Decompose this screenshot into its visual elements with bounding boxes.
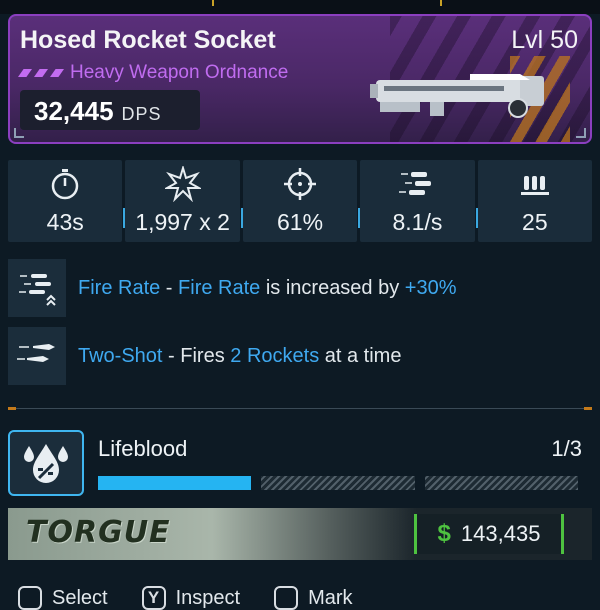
item-name: Hosed Rocket Socket [20,26,276,54]
top-tick [440,0,442,6]
perk-text-part: Fire Rate [178,276,261,299]
stat-fire-rate: 8.1/s [358,160,475,242]
item-type-row: Heavy Weapon Ordnance [18,62,288,84]
inspect-action[interactable]: Y Inspect [141,586,241,610]
mod-name: Lifeblood [98,436,188,461]
stat-value: 1,997 x 2 [135,209,230,235]
stat-accuracy: 61% [240,160,358,242]
perk-name: Two-Shot [78,344,163,367]
two-shot-perk-icon [8,327,66,385]
currency-icon: $ [437,520,451,547]
stat-value: 25 [522,209,548,235]
price-value: 143,435 [460,521,541,546]
dps-box: 32,445 DPS [20,90,200,130]
divider-tick [8,407,16,410]
stat-value: 8.1/s [392,209,443,235]
divider-tick [584,407,592,410]
mark-action[interactable]: Mark [274,586,353,610]
rarity-chevrons-icon [18,69,64,77]
stat-value: 61% [276,209,324,235]
mod-progress [98,476,578,490]
stat-reload: 43s [8,160,123,242]
fire-rate-perk-icon [8,259,66,317]
ammo-icon [520,176,549,195]
stat-magazine: 25 [475,160,593,242]
perk-text-part: is increased by [260,276,405,299]
action-bar: Select Y Inspect Mark [18,586,353,610]
perk-fire-rate: Fire Rate - Fire Rate is increased by +3… [8,259,592,317]
stopwatch-icon [51,169,79,200]
rocket-launcher-icon [370,74,544,118]
action-label: Mark [308,586,353,609]
item-level: Lvl 50 [511,26,578,54]
stick-button-icon [274,586,299,610]
dps-label: DPS [121,104,162,124]
progress-segment [261,476,415,490]
perk-name: Fire Rate [78,276,161,299]
perk-text-part: at a time [319,344,402,367]
stat-value: 43s [46,209,84,235]
lifeblood-icon [8,430,84,496]
stats-row: 43s 1,997 x 2 61% 8.1/s 25 [8,160,593,242]
mod-count: 1/3 [551,436,582,461]
price-box: $ 143,435 [414,514,564,554]
perk-description: Fire Rate - Fire Rate is increased by +3… [78,277,457,300]
action-label: Select [52,586,108,609]
progress-segment [424,476,578,490]
perk-separator: - [160,276,179,299]
top-tick [212,0,214,6]
perk-text-part: +30% [404,276,457,299]
item-header-card: Hosed Rocket Socket Lvl 50 Heavy Weapon … [8,14,592,144]
perk-text-part: Fires [180,344,231,367]
perk-text-part: 2 Rockets [230,344,320,367]
explosion-icon [164,166,201,202]
action-label: Inspect [175,586,241,609]
stat-damage: 1,997 x 2 [123,160,240,242]
perk-two-shot: Two-Shot - Fires 2 Rockets at a time [8,327,592,385]
section-divider [8,407,592,410]
bullets-firerate-icon [399,172,432,195]
perk-description: Two-Shot - Fires 2 Rockets at a time [78,345,401,368]
torgue-logo: TORGUE [26,515,171,550]
corner-bracket [14,128,24,138]
a-button-icon [18,586,42,610]
y-button-icon: Y [141,586,166,610]
top-strip [0,0,600,14]
manufacturer-bar: TORGUE $ 143,435 [8,508,592,560]
item-type: Heavy Weapon Ordnance [70,62,289,83]
progress-segment [98,476,252,490]
dps-value: 32,445 [34,96,114,126]
select-action[interactable]: Select [18,586,108,610]
crosshair-icon [284,168,317,200]
corner-bracket [576,128,586,138]
perk-separator: - [162,344,181,367]
